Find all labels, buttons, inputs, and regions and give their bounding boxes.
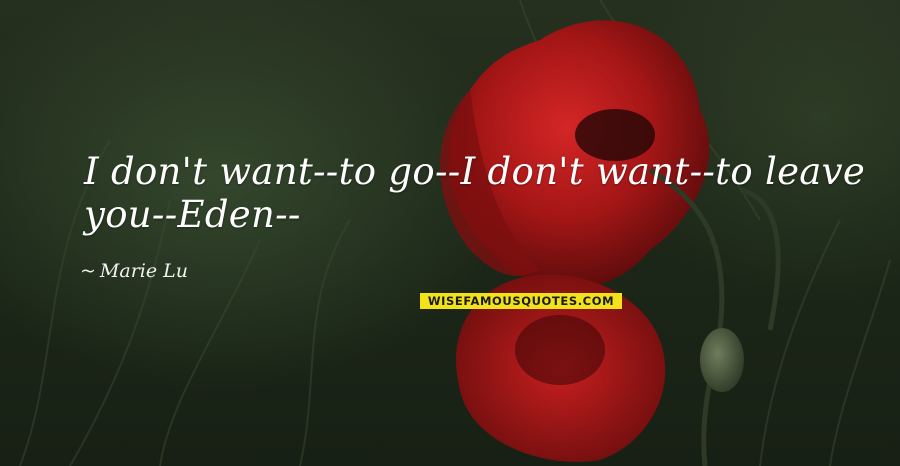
author-name: Marie Lu [99,260,189,282]
watermark-text: WISEFAMOUSQUOTES.COM [427,294,615,308]
poppy-bud [700,328,744,392]
author-prefix: ~ [80,260,96,282]
quote-image: I don't want--to go--I don't want--to le… [0,0,900,466]
quote-author: ~ Marie Lu [80,260,188,282]
quote-text: I don't want--to go--I don't want--to le… [84,150,866,236]
watermark-badge: WISEFAMOUSQUOTES.COM [420,293,622,309]
